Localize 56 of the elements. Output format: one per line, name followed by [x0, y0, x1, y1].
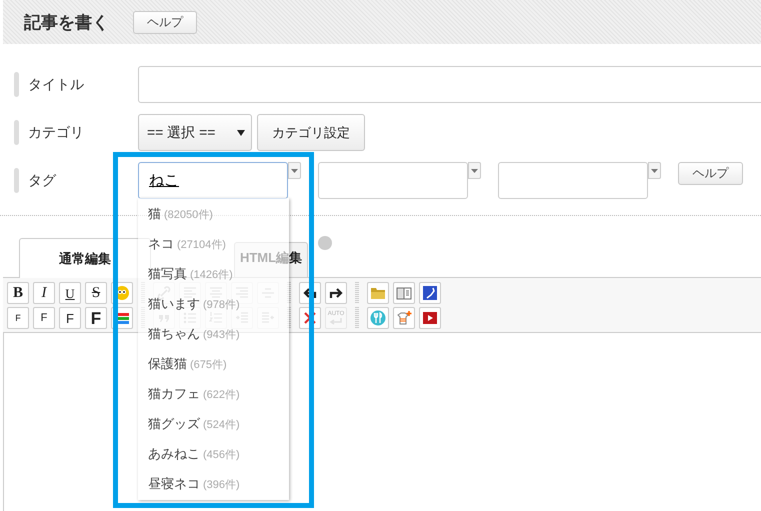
- dropdown-button[interactable]: [288, 162, 301, 179]
- dropdown-button[interactable]: [648, 162, 661, 179]
- shirt-button[interactable]: [393, 307, 415, 329]
- folder-icon: [370, 285, 386, 301]
- info-icon[interactable]: [318, 236, 332, 250]
- tag-input[interactable]: [498, 162, 648, 199]
- redo-button[interactable]: [325, 282, 347, 304]
- redo-icon: [328, 285, 344, 301]
- font-l-button[interactable]: F: [85, 307, 107, 329]
- font-xs-button[interactable]: F: [7, 307, 29, 329]
- shirt-icon: [396, 310, 412, 326]
- label-marker: [14, 120, 19, 145]
- book-icon: [396, 285, 412, 301]
- font-m-button[interactable]: F: [59, 307, 81, 329]
- fork-button[interactable]: [367, 307, 389, 329]
- tag-suggestion[interactable]: 保護猫 (675件): [138, 356, 289, 372]
- tag-suggestion[interactable]: あみねこ (456件): [138, 446, 289, 462]
- label-marker: [14, 168, 19, 193]
- caret-icon: [291, 168, 298, 172]
- label-marker: [14, 72, 19, 97]
- tag-suggestion[interactable]: 昼寝ネコ (396件): [138, 476, 289, 492]
- field-label: カテゴリ: [28, 124, 84, 142]
- help-button[interactable]: ヘルプ: [133, 10, 197, 34]
- category-settings-button[interactable]: カテゴリ設定: [257, 114, 365, 151]
- tag-suggestion[interactable]: 猫グッズ (524件): [138, 416, 289, 432]
- caret-icon: [471, 168, 478, 172]
- video-icon: [422, 310, 438, 326]
- cross-icon: [302, 310, 318, 326]
- page-title: 記事を書く: [24, 12, 109, 34]
- field-label: タグ: [28, 172, 56, 190]
- dropdown-button[interactable]: [468, 162, 481, 179]
- bold-button[interactable]: B: [7, 282, 29, 304]
- tag-suggestion[interactable]: 猫 (82050件): [138, 206, 289, 222]
- category-select[interactable]: == 選択 ==: [138, 114, 252, 151]
- underline-button[interactable]: U: [59, 282, 81, 304]
- return-arrow-icon: [329, 318, 343, 325]
- tag-suggestion[interactable]: 猫ちゃん (943件): [138, 326, 289, 342]
- map-icon: [422, 285, 438, 301]
- help-button[interactable]: ヘルプ: [678, 162, 743, 185]
- tag-suggestion[interactable]: 猫います (978件): [138, 296, 289, 312]
- map-button[interactable]: [419, 282, 441, 304]
- tag-suggestion[interactable]: 猫カフェ (622件): [138, 386, 289, 402]
- folder-button[interactable]: [367, 282, 389, 304]
- caret-icon: [651, 168, 658, 172]
- undo-icon: [302, 285, 318, 301]
- font-s-button[interactable]: F: [33, 307, 55, 329]
- tag-input[interactable]: ねこ: [138, 162, 288, 199]
- title-input[interactable]: [138, 66, 761, 103]
- strike-button[interactable]: S: [85, 282, 107, 304]
- italic-button[interactable]: I: [33, 282, 55, 304]
- tag-input[interactable]: [318, 162, 468, 199]
- book-button[interactable]: [393, 282, 415, 304]
- video-button[interactable]: [419, 307, 441, 329]
- field-label: タイトル: [28, 76, 84, 94]
- caret-icon: [237, 128, 245, 136]
- fork-knife-icon: [370, 310, 386, 326]
